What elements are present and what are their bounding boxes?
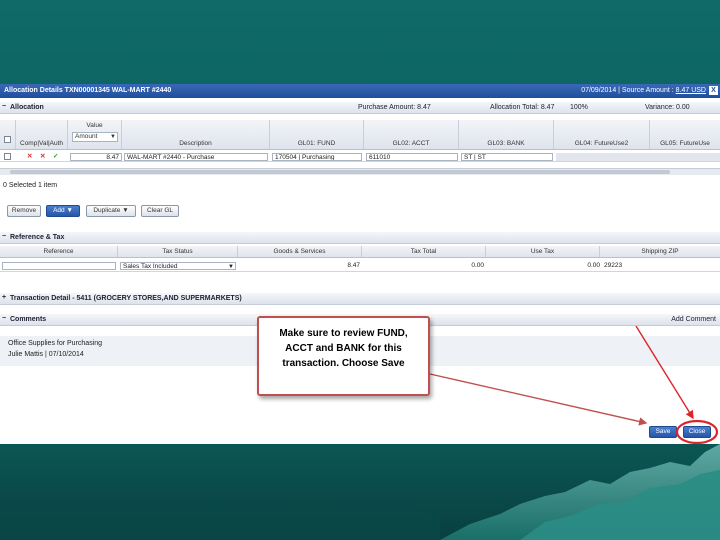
description-input[interactable]: WAL-MART #2440 - Purchase — [124, 153, 268, 161]
expand-icon[interactable]: + — [2, 294, 6, 301]
column-reference: Reference — [0, 246, 118, 257]
allocation-percent: 100% — [570, 104, 588, 111]
tax-total-value: 0.00 — [471, 262, 484, 269]
column-tax-status: Tax Status — [118, 246, 238, 257]
window-title: Allocation Details TXN00001345 WAL-MART … — [4, 87, 172, 94]
add-comment-link[interactable]: Add Comment — [671, 316, 716, 323]
value-type-select[interactable]: Amount ▼ — [72, 132, 118, 142]
reference-tax-row[interactable]: Sales Tax Included ▼ 8.47 0.00 0.00 2922… — [0, 261, 720, 272]
allocation-row[interactable]: ✕ ✕ ✓ 8.47 WAL-MART #2440 - Purchase 170… — [0, 152, 720, 162]
chevron-down-icon: ▼ — [110, 134, 116, 140]
column-gl01-fund: GL01: FUND — [270, 120, 364, 149]
allocation-total: Allocation Total: 8.47 — [490, 104, 555, 111]
collapse-icon[interactable]: − — [2, 315, 6, 322]
collapse-icon[interactable]: − — [2, 103, 6, 110]
add-button[interactable]: Add ▼ — [46, 205, 80, 217]
chevron-down-icon: ▼ — [228, 264, 234, 270]
comment-text: Office Supplies for Purchasing — [8, 340, 103, 347]
purchase-amount: Purchase Amount: 8.47 — [358, 104, 431, 111]
select-all-checkbox[interactable] — [4, 136, 11, 143]
instruction-callout: Make sure to review FUND, ACCT and BANK … — [257, 316, 430, 396]
allocation-section-header[interactable]: − Allocation Purchase Amount: 8.47 Alloc… — [0, 102, 720, 114]
collapse-icon[interactable]: − — [2, 233, 6, 240]
chevron-down-icon: ▼ — [66, 207, 73, 214]
scrollbar-thumb[interactable] — [10, 170, 670, 174]
column-gl04-futureuse2: GL04: FutureUse2 — [554, 120, 650, 149]
column-shipping-zip: Shipping ZIP — [641, 248, 679, 255]
horizontal-scrollbar[interactable] — [0, 168, 720, 175]
column-tax-total: Tax Total — [362, 246, 486, 257]
chevron-down-icon: ▼ — [122, 207, 129, 214]
column-use-tax: Use Tax — [486, 246, 600, 257]
source-amount-link[interactable]: 8.47 USD — [676, 87, 706, 94]
column-gl03-bank: GL03: BANK — [459, 120, 554, 149]
column-gl02-acct: GL02: ACCT — [364, 120, 459, 149]
value-input[interactable]: 8.47 — [70, 153, 122, 161]
auth-check-icon: ✓ — [53, 153, 59, 160]
transaction-detail-section-header[interactable]: + Transaction Detail - 5411 (GROCERY STO… — [0, 293, 720, 305]
column-comp-val-auth: Comp|Val|Auth — [16, 120, 68, 149]
clear-gl-button[interactable]: Clear GL — [141, 205, 179, 217]
use-tax-value: 0.00 — [587, 262, 600, 269]
comp-error-icon: ✕ — [27, 153, 33, 160]
duplicate-button[interactable]: Duplicate ▼ — [86, 205, 136, 217]
column-value-label: Value — [86, 122, 103, 129]
gl-future-cells — [556, 153, 720, 161]
column-gl05-futureuse: GL05: FutureUse — [660, 140, 710, 147]
goods-services-value: 8.47 — [347, 262, 360, 269]
remove-button[interactable]: Remove — [7, 205, 41, 217]
column-description: Description — [122, 120, 270, 149]
slide-background-bottom — [0, 444, 720, 540]
close-button[interactable]: Close — [683, 426, 711, 438]
column-goods-services: Goods & Services — [238, 246, 362, 257]
comment-author: Julie Mattis | 07/10/2014 — [8, 351, 84, 358]
reference-input[interactable] — [2, 262, 116, 270]
row-select-checkbox[interactable] — [4, 153, 11, 160]
val-error-icon: ✕ — [40, 153, 46, 160]
gl01-fund-input[interactable]: 170504 | Purchasing — [272, 153, 362, 161]
gl03-bank-input[interactable]: ST | ST — [461, 153, 553, 161]
reference-tax-section-header[interactable]: − Reference & Tax — [0, 232, 720, 244]
source-amount-info: 07/09/2014 | Source Amount : 8.47 USD — [581, 87, 706, 94]
save-button[interactable]: Save — [649, 426, 677, 438]
shipping-zip-value: 29223 — [604, 262, 623, 269]
allocation-grid-header: Comp|Val|Auth Value Amount ▼ Description… — [0, 120, 720, 150]
gl02-acct-input[interactable]: 611010 — [366, 153, 458, 161]
window-close-icon[interactable]: X — [709, 86, 718, 95]
column-value: Value Amount ▼ — [68, 120, 122, 149]
variance: Variance: 0.00 — [645, 104, 690, 111]
selection-status: 0 Selected 1 item — [3, 182, 58, 189]
window-title-bar: Allocation Details TXN00001345 WAL-MART … — [0, 84, 720, 98]
tax-status-select[interactable]: Sales Tax Included ▼ — [120, 262, 236, 270]
reference-tax-grid-header: Reference Tax Status Goods & Services Ta… — [0, 246, 720, 258]
